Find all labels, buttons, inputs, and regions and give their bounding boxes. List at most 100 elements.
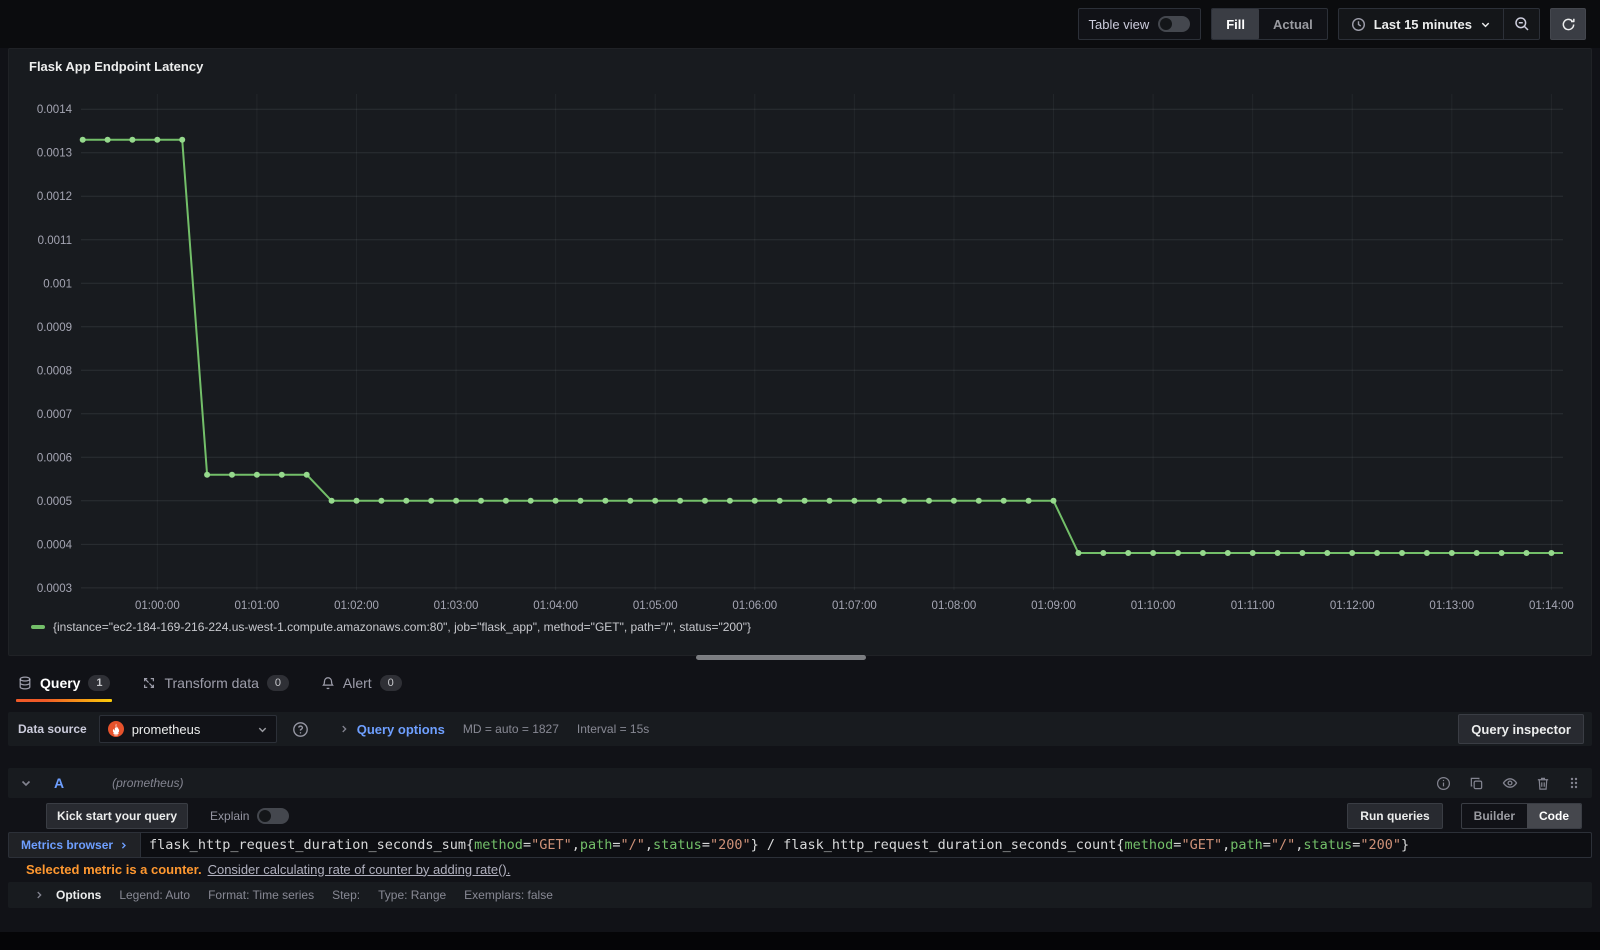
drag-handle[interactable] — [1566, 774, 1582, 792]
options-title: Options — [56, 888, 102, 902]
chart-legend[interactable]: {instance="ec2-184-169-216-224.us-west-1… — [21, 618, 1579, 634]
table-view-label: Table view — [1088, 16, 1150, 32]
prometheus-icon — [107, 721, 124, 737]
trash-icon — [1537, 777, 1549, 790]
query-options-toggle[interactable]: Query options — [339, 722, 445, 737]
query-ref-id: A — [54, 775, 65, 791]
svg-text:01:03:00: 01:03:00 — [434, 600, 479, 612]
svg-text:0.0013: 0.0013 — [37, 148, 72, 160]
datasource-label: Data source — [18, 722, 87, 736]
tab-query[interactable]: Query 1 — [16, 670, 113, 702]
query-inspector-button[interactable]: Query inspector — [1458, 714, 1584, 744]
table-view-group: Table view — [1077, 8, 1202, 40]
magnifier-minus-icon — [1514, 17, 1529, 31]
info-circle-icon — [1436, 776, 1451, 790]
remove-query-button[interactable] — [1534, 774, 1552, 793]
counter-warning: Selected metric is a counter. Consider c… — [8, 859, 1592, 879]
help-circle-icon — [293, 721, 309, 737]
svg-text:0.0012: 0.0012 — [37, 191, 72, 203]
time-range-picker[interactable]: Last 15 minutes — [1339, 9, 1503, 39]
switch-knob — [1160, 18, 1173, 30]
datasource-value: prometheus — [131, 721, 201, 737]
svg-text:0.0009: 0.0009 — [37, 322, 72, 334]
explain-switch[interactable] — [257, 808, 290, 824]
option-format: Format: Time series — [208, 888, 315, 902]
warning-text: Selected metric is a counter. — [26, 861, 202, 877]
query-row-actions — [1434, 773, 1582, 793]
kick-start-query-button[interactable]: Kick start your query — [46, 803, 189, 829]
chevron-right-icon — [37, 891, 42, 899]
legend-series-label: {instance="ec2-184-169-216-224.us-west-1… — [53, 620, 751, 634]
svg-text:0.0011: 0.0011 — [38, 235, 72, 247]
tab-alert-label: Alert — [342, 675, 372, 691]
svg-text:01:01:00: 01:01:00 — [235, 600, 280, 612]
svg-text:0.001: 0.001 — [43, 278, 72, 290]
tab-transform-label: Transform data — [164, 675, 259, 691]
chevron-right-icon — [341, 725, 347, 733]
chevron-down-icon — [258, 727, 266, 732]
actual-button[interactable]: Actual — [1259, 9, 1327, 39]
svg-text:01:12:00: 01:12:00 — [1330, 600, 1375, 612]
refresh-button[interactable] — [1550, 8, 1586, 40]
metrics-browser-label: Metrics browser — [21, 838, 114, 852]
svg-text:01:00:00: 01:00:00 — [135, 600, 180, 612]
svg-text:01:13:00: 01:13:00 — [1429, 600, 1474, 612]
query-toolbar: Kick start your query Explain Run querie… — [8, 802, 1592, 830]
svg-text:01:06:00: 01:06:00 — [732, 600, 777, 612]
query-help-button[interactable] — [1434, 774, 1453, 793]
tab-transform-count: 0 — [266, 675, 289, 691]
fill-button[interactable]: Fill — [1212, 9, 1259, 39]
query-options-row[interactable]: Options Legend: Auto Format: Time series… — [8, 882, 1592, 908]
query-datasource-hint: (prometheus) — [112, 776, 184, 790]
eye-icon — [1502, 778, 1518, 788]
svg-text:01:02:00: 01:02:00 — [334, 600, 379, 612]
promql-editor-row: Metrics browser flask_http_request_durat… — [8, 832, 1592, 858]
datasource-picker[interactable]: prometheus — [98, 715, 277, 743]
time-zoom-out-button[interactable] — [1503, 9, 1539, 39]
option-type: Type: Range — [378, 888, 447, 902]
panel-editor-header: Table view Fill Actual Last 15 minutes — [0, 0, 1600, 48]
database-icon — [18, 676, 32, 690]
tab-query-label: Query — [40, 675, 81, 691]
transform-icon — [142, 676, 156, 690]
tab-alert[interactable]: Alert 0 — [319, 670, 404, 702]
option-legend: Legend: Auto — [119, 888, 191, 902]
builder-mode-button[interactable]: Builder — [1462, 804, 1527, 828]
disable-query-button[interactable] — [1500, 773, 1520, 793]
warning-rate-link[interactable]: Consider calculating rate of counter by … — [208, 862, 511, 877]
option-exemplars: Exemplars: false — [464, 888, 553, 902]
explain-label: Explain — [210, 809, 250, 823]
latency-chart[interactable]: 01:00:00 01:01:00 01:02:00 01:03:00 01:04:00… — [21, 78, 1581, 618]
clock-icon — [1351, 17, 1366, 32]
tab-alert-count: 0 — [379, 675, 402, 691]
bell-icon — [321, 676, 335, 690]
time-range-label: Last 15 minutes — [1373, 16, 1472, 32]
refresh-icon — [1562, 18, 1575, 30]
svg-text:01:07:00: 01:07:00 — [832, 600, 877, 612]
interval-stat: Interval = 15s — [576, 722, 650, 736]
bottom-strip — [0, 932, 1600, 950]
duplicate-query-button[interactable] — [1467, 774, 1486, 793]
run-queries-button[interactable]: Run queries — [1347, 803, 1443, 829]
svg-text:0.0014: 0.0014 — [37, 104, 73, 116]
tab-transform-data[interactable]: Transform data 0 — [140, 670, 290, 702]
max-data-points-stat: MD = auto = 1827 — [462, 722, 559, 736]
svg-text:0.0005: 0.0005 — [37, 496, 72, 508]
svg-text:01:14:00: 01:14:00 — [1529, 600, 1574, 612]
datasource-help-button[interactable] — [287, 715, 315, 743]
svg-text:0.0003: 0.0003 — [37, 583, 72, 595]
pane-resize-handle[interactable] — [696, 655, 866, 660]
legend-series-swatch — [31, 625, 45, 629]
option-step: Step: — [332, 888, 361, 902]
table-view-switch[interactable] — [1158, 16, 1191, 32]
svg-text:01:11:00: 01:11:00 — [1231, 600, 1275, 612]
fill-actual-group: Fill Actual — [1211, 8, 1328, 40]
datasource-bar: Data source prometheus Query options MD … — [8, 712, 1592, 746]
code-mode-button[interactable]: Code — [1527, 804, 1581, 828]
metrics-browser-toggle[interactable]: Metrics browser — [8, 832, 141, 858]
switch-knob — [259, 810, 272, 822]
panel-title: Flask App Endpoint Latency — [29, 59, 204, 74]
promql-query-input[interactable]: flask_http_request_duration_seconds_sum{… — [140, 832, 1592, 858]
svg-text:01:04:00: 01:04:00 — [533, 600, 578, 612]
query-row-header[interactable]: A (prometheus) — [8, 768, 1592, 798]
